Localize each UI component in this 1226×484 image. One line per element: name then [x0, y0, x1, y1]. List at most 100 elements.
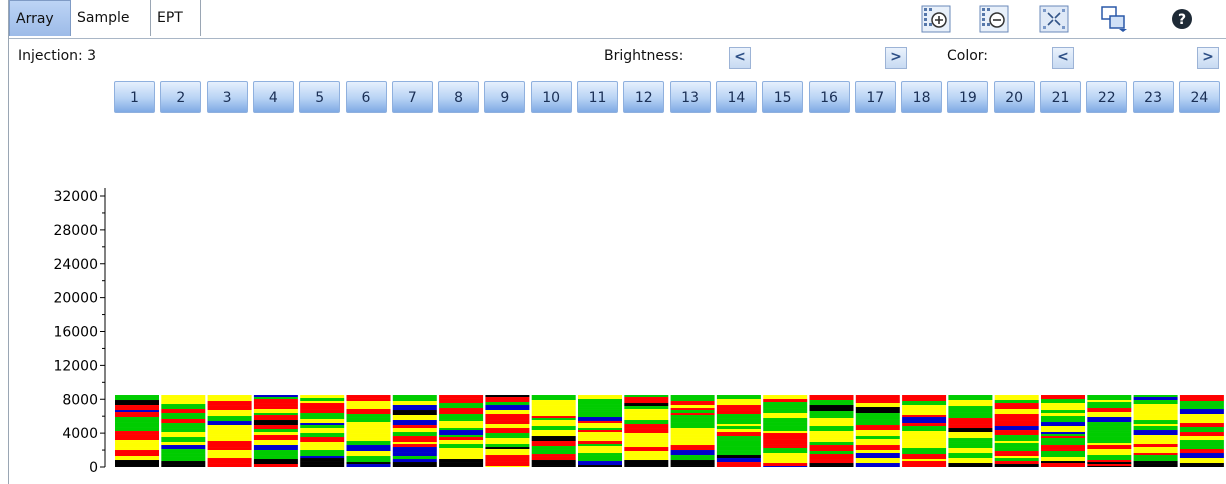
heatmap-band — [161, 464, 206, 467]
heatmap-band — [902, 395, 947, 402]
array-viewer-panel: Array Sample EPT ? Injection: 3 Brightne… — [8, 0, 1226, 484]
heatmap-band — [670, 445, 715, 451]
heatmap-band — [253, 425, 298, 430]
heatmap-band — [994, 400, 1039, 404]
heatmap-band — [531, 454, 576, 457]
column-button-3[interactable]: 3 — [206, 81, 248, 113]
heatmap-band — [855, 445, 900, 451]
brightness-decrease-button[interactable]: < — [729, 47, 751, 69]
heatmap-band — [578, 446, 622, 450]
tab-array[interactable]: Array — [9, 0, 71, 36]
column-button-12[interactable]: 12 — [623, 81, 665, 113]
heatmap-band — [578, 444, 622, 447]
column-button-6[interactable]: 6 — [345, 81, 387, 113]
heatmap-band — [300, 433, 345, 436]
heatmap-column-2 — [161, 395, 206, 467]
column-button-5[interactable]: 5 — [299, 81, 341, 113]
heatmap-band — [809, 416, 854, 419]
heatmap-band — [809, 418, 854, 421]
heatmap-band — [1133, 450, 1178, 454]
column-button-13[interactable]: 13 — [669, 81, 711, 113]
heatmap-column-14 — [716, 395, 761, 467]
column-button-1[interactable]: 1 — [114, 81, 155, 113]
help-button[interactable]: ? — [1167, 5, 1197, 33]
brightness-increase-button[interactable]: > — [885, 47, 907, 69]
column-button-22[interactable]: 22 — [1086, 81, 1128, 113]
heatmap-band — [578, 417, 622, 422]
heatmap-band — [253, 445, 298, 451]
tab-sample[interactable]: Sample — [71, 0, 151, 36]
heatmap-band — [716, 418, 761, 425]
heatmap-band — [624, 460, 669, 467]
brightness-slider-track[interactable] — [753, 52, 881, 64]
column-button-18[interactable]: 18 — [901, 81, 943, 113]
y-tick-label: 32000 — [53, 189, 98, 205]
heatmap-band — [439, 430, 484, 436]
zoom-out-icon — [979, 5, 1009, 33]
heatmap-band — [994, 414, 1039, 421]
column-button-24[interactable]: 24 — [1178, 81, 1220, 113]
heatmap-band — [855, 450, 900, 454]
fit-to-window-button[interactable] — [1039, 5, 1069, 33]
column-button-21[interactable]: 21 — [1040, 81, 1081, 113]
zoom-out-button[interactable] — [979, 5, 1009, 33]
column-button-7[interactable]: 7 — [391, 81, 433, 113]
heatmap-band — [253, 429, 298, 433]
column-button-19[interactable]: 19 — [947, 81, 989, 113]
heatmap-band — [716, 405, 761, 411]
top-toolbar: Array Sample EPT ? — [9, 0, 1226, 39]
heatmap-band — [994, 443, 1039, 448]
heatmap-band — [115, 447, 159, 451]
export-chart-button[interactable] — [1099, 5, 1129, 33]
heatmap-band — [948, 428, 993, 433]
heatmap-band — [115, 431, 159, 435]
heatmap-band — [253, 399, 298, 404]
heatmap-band — [207, 416, 252, 422]
tab-ept[interactable]: EPT — [151, 0, 201, 36]
heatmap-band — [1041, 461, 1085, 464]
heatmap-band — [115, 434, 159, 441]
heatmap-band — [809, 405, 854, 412]
column-button-8[interactable]: 8 — [438, 81, 480, 113]
column-button-16[interactable]: 16 — [808, 81, 850, 113]
heatmap-band — [346, 441, 391, 446]
column-button-14[interactable]: 14 — [715, 81, 757, 113]
heatmap-band — [670, 408, 715, 411]
heatmap-band — [161, 461, 206, 465]
heatmap-band — [485, 428, 530, 434]
heatmap-band — [948, 443, 993, 449]
color-increase-button[interactable]: > — [1197, 47, 1219, 69]
heatmap-band — [902, 405, 947, 412]
heatmap-band — [1179, 458, 1224, 464]
column-button-2[interactable]: 2 — [160, 81, 202, 113]
heatmap-band — [763, 399, 808, 403]
column-button-17[interactable]: 17 — [854, 81, 896, 113]
heatmap-band — [115, 417, 159, 423]
color-decrease-button[interactable]: < — [1052, 47, 1074, 69]
heatmap-band — [253, 397, 298, 400]
column-button-4[interactable]: 4 — [252, 81, 294, 113]
heatmap-band — [115, 460, 159, 467]
heatmap-band — [624, 457, 669, 461]
heatmap-band — [1179, 427, 1224, 433]
column-button-20[interactable]: 20 — [993, 81, 1035, 113]
zoom-in-button[interactable] — [921, 5, 951, 33]
heatmap-band — [716, 429, 761, 433]
heatmap-band — [346, 401, 391, 405]
column-button-11[interactable]: 11 — [577, 81, 618, 113]
heatmap-band — [300, 413, 345, 420]
brightness-label: Brightness: — [604, 48, 684, 64]
heatmap-band — [531, 436, 576, 442]
heatmap-band — [531, 449, 576, 455]
column-button-9[interactable]: 9 — [484, 81, 526, 113]
heatmap-band — [439, 459, 484, 463]
column-button-23[interactable]: 23 — [1132, 81, 1174, 113]
heatmap-band — [392, 462, 437, 467]
heatmap-band — [855, 425, 900, 431]
column-button-10[interactable]: 10 — [530, 81, 572, 113]
heatmap-band — [902, 454, 947, 460]
column-button-15[interactable]: 15 — [762, 81, 804, 113]
color-slider-track[interactable] — [1077, 52, 1193, 64]
heatmap-band — [253, 395, 298, 398]
fit-to-window-icon — [1039, 5, 1069, 33]
